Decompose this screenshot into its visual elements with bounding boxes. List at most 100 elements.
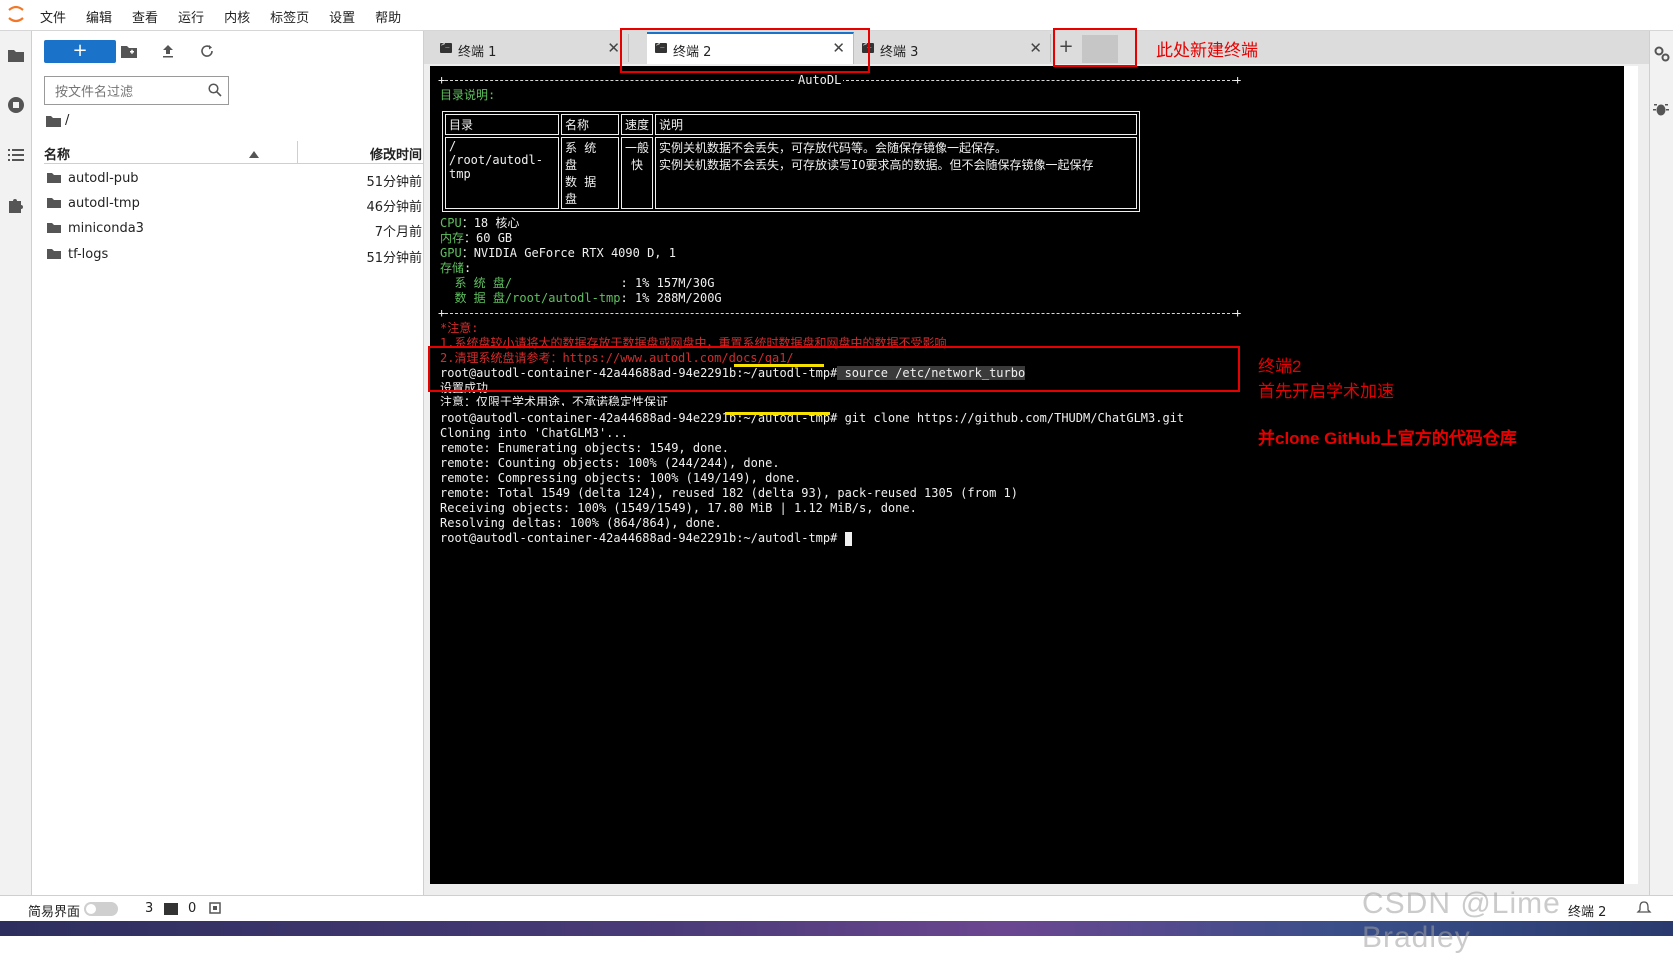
- tab-terminal-1[interactable]: 终端 1 ✕: [432, 34, 629, 62]
- highlight-underline: [734, 364, 824, 367]
- annotation-box-tab2: [620, 28, 870, 73]
- output-line: Cloning into 'ChatGLM3'...: [440, 426, 628, 440]
- tab-label: 终端 1: [458, 45, 497, 60]
- property-inspector-gears-icon[interactable]: [1653, 45, 1671, 67]
- debugger-bug-icon[interactable]: [1653, 101, 1669, 121]
- folder-icon[interactable]: [46, 115, 61, 127]
- menu-kernel[interactable]: 内核: [224, 7, 250, 26]
- menu-view[interactable]: 查看: [132, 7, 158, 26]
- prompt: root@autodl-container-42a44688ad-94e2291…: [440, 531, 838, 545]
- csdn-watermark: CSDN @Lime Bradley: [1362, 887, 1561, 954]
- annotation-new-terminal: 此处新建终端: [1156, 41, 1258, 60]
- file-row[interactable]: autodl-tmp 46分钟前: [44, 192, 425, 216]
- output-line: 注意：仅限于学术用途，不承诺稳定性保证: [440, 395, 669, 406]
- breadcrumb-root[interactable]: /: [65, 113, 69, 128]
- column-divider[interactable]: [297, 141, 298, 163]
- output-line: remote: Enumerating objects: 1549, done.: [440, 441, 729, 455]
- file-modified: 7个月前: [374, 225, 422, 240]
- new-launcher-button[interactable]: +: [44, 40, 116, 63]
- output-line: remote: Counting objects: 100% (244/244)…: [440, 456, 780, 470]
- tab-label: 终端 3: [880, 45, 919, 60]
- file-modified: 51分钟前: [366, 175, 422, 190]
- folder-icon: [47, 248, 61, 263]
- table-cell: 系 统 盘数 据 盘: [561, 137, 619, 209]
- simple-mode-toggle[interactable]: [84, 902, 118, 916]
- output-line: remote: Compressing objects: 100% (149/1…: [440, 471, 802, 485]
- output-line: Resolving deltas: 100% (864/864), done.: [440, 516, 722, 530]
- separator-line: + AutoDL +: [438, 73, 1242, 87]
- menu-help[interactable]: 帮助: [375, 7, 401, 26]
- folder-icon: [47, 197, 61, 212]
- table-cell: 一般快: [621, 137, 653, 209]
- terminal-icon: [440, 40, 452, 53]
- file-filter-field: [44, 76, 229, 105]
- kernels-count: 0: [188, 901, 197, 916]
- toc-list-icon[interactable]: [6, 145, 26, 165]
- spec-line: GPU：NVIDIA GeForce RTX 4090 D, 1: [440, 246, 676, 260]
- activity-bar: [0, 31, 32, 895]
- file-row[interactable]: tf-logs 51分钟前: [44, 243, 425, 267]
- file-name: tf-logs: [68, 247, 109, 262]
- note-line: *注意:: [440, 321, 479, 335]
- table-cell: 实例关机数据不会丢失，可存放代码等。会随保存镜像一起保存。 实例关机数据不会丢失，…: [655, 137, 1137, 209]
- file-row[interactable]: miniconda3 7个月前: [44, 217, 425, 241]
- terminal-icon: [164, 903, 178, 915]
- terminal-scrollbar[interactable]: [1624, 66, 1638, 884]
- jupyter-logo-icon[interactable]: [6, 4, 26, 24]
- kernel-icon[interactable]: [208, 901, 222, 919]
- file-name: miniconda3: [68, 221, 144, 236]
- simple-mode-label: 简易界面: [28, 905, 81, 920]
- terminal-cursor: [844, 531, 852, 546]
- annotation-term2-title: 终端2: [1258, 357, 1302, 376]
- file-row[interactable]: autodl-pub 51分钟前: [44, 167, 425, 191]
- tab-terminal-3[interactable]: 终端 3 ✕: [854, 34, 1051, 62]
- output-line: remote: Total 1549 (delta 124), reused 1…: [440, 486, 1018, 500]
- menu-run[interactable]: 运行: [178, 7, 204, 26]
- file-list-header: 名称 修改时间: [44, 141, 425, 164]
- spec-line: 内存：60 GB: [440, 231, 513, 245]
- separator-line: + +: [438, 306, 1242, 320]
- file-modified: 51分钟前: [366, 251, 422, 266]
- right-sidebar: [1649, 31, 1673, 895]
- terminal-view[interactable]: + AutoDL + 目录说明: 目录 名称 速度 说明 //root/auto…: [430, 66, 1624, 884]
- annotation-term2-line2: 并clone GitHub上官方的代码仓库: [1258, 429, 1517, 448]
- output-line: Receiving objects: 100% (1549/1549), 17.…: [440, 501, 917, 515]
- main-area: 终端 1 ✕ 终端 2 ✕ 终端 3 ✕ + + AutoDL + 目录说明: …: [424, 31, 1649, 895]
- folder-icon: [47, 172, 61, 187]
- file-name: autodl-tmp: [68, 196, 140, 211]
- menu-list: 文件 编辑 查看 运行 内核 标签页 设置 帮助: [40, 7, 421, 26]
- column-modified-header[interactable]: 修改时间: [370, 144, 422, 163]
- column-name-header[interactable]: 名称: [44, 144, 70, 163]
- folder-icon[interactable]: [6, 45, 26, 65]
- upload-icon[interactable]: [159, 42, 177, 60]
- extension-puzzle-icon[interactable]: [6, 195, 26, 215]
- file-name: autodl-pub: [68, 171, 139, 186]
- close-icon[interactable]: ✕: [607, 39, 620, 57]
- command-text: git clone https://github.com/THUDM/ChatG…: [837, 411, 1185, 425]
- file-filter-input[interactable]: [53, 81, 207, 101]
- sort-ascending-icon[interactable]: [249, 147, 259, 162]
- spec-line: 存储:: [440, 261, 472, 275]
- tab-bar: 终端 1 ✕ 终端 2 ✕ 终端 3 ✕ +: [424, 31, 1649, 64]
- storage-line: 数 据 盘/root/autodl-tmp: 1% 288M/200G: [440, 291, 722, 305]
- storage-line: 系 统 盘/ : 1% 157M/30G: [440, 276, 715, 290]
- close-icon[interactable]: ✕: [1029, 39, 1042, 57]
- terminals-count: 3: [145, 901, 154, 916]
- annotation-box-new-tab: [1053, 28, 1137, 67]
- new-folder-icon[interactable]: [120, 42, 138, 60]
- spec-line: CPU：18 核心: [440, 216, 520, 230]
- file-browser-panel: + / 名称 修改时间 autodl-pub 51分钟前 autodl-tmp …: [32, 31, 425, 895]
- folder-icon: [47, 222, 61, 237]
- autodl-banner-label: AutoDL: [796, 73, 844, 87]
- table-cell: //root/autodl-tmp: [445, 137, 559, 209]
- menu-file[interactable]: 文件: [40, 7, 66, 26]
- command-line: root@autodl-container-42a44688ad-94e2291…: [440, 531, 852, 546]
- highlight-underline: [725, 412, 830, 415]
- table-header: 速度: [621, 114, 653, 135]
- running-icon[interactable]: [6, 95, 26, 115]
- menu-edit[interactable]: 编辑: [86, 7, 112, 26]
- table-header: 名称: [561, 114, 619, 135]
- refresh-icon[interactable]: [198, 42, 216, 60]
- menu-tabs[interactable]: 标签页: [270, 7, 309, 26]
- menu-settings[interactable]: 设置: [329, 7, 355, 26]
